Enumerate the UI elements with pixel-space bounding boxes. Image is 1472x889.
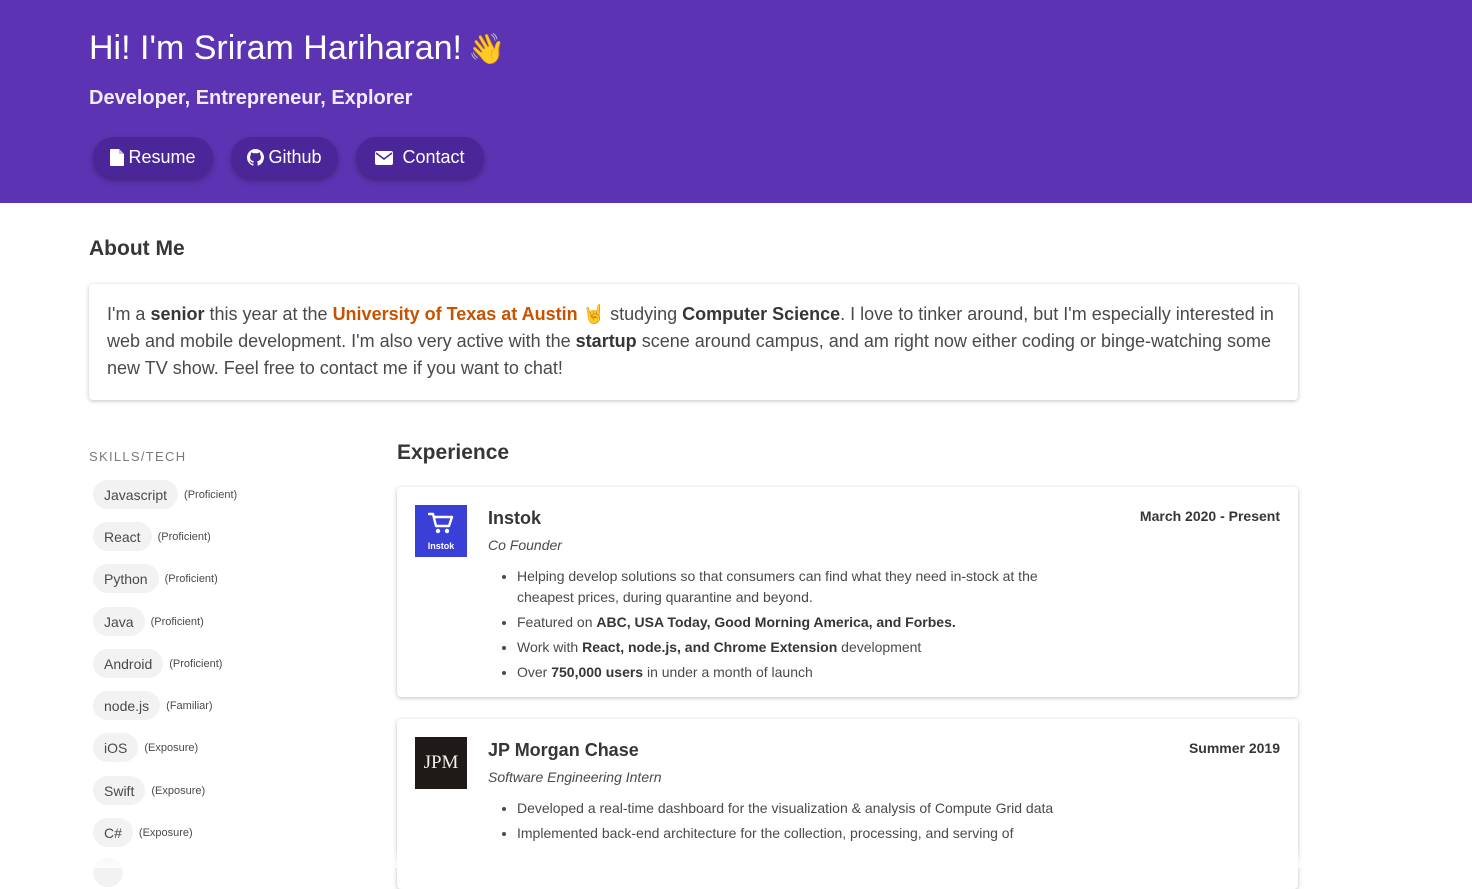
skill-level: (Proficient): [164, 572, 218, 585]
job-role: Software Engineering Intern: [488, 769, 662, 785]
jpmorgan-logo: JPM: [415, 737, 467, 789]
job-bullet: Featured on ABC, USA Today, Good Morning…: [517, 612, 1077, 633]
skill-item: Android (Proficient): [93, 649, 222, 678]
contact-button[interactable]: Contact: [356, 137, 484, 178]
github-icon: [247, 149, 265, 166]
bullet-text: Over: [517, 664, 552, 680]
skill-tag: Java: [93, 607, 145, 636]
skill-tag: Javascript: [93, 480, 179, 509]
skill-level: (Familiar): [166, 699, 213, 712]
skill-item: Javascript (Proficient): [93, 480, 237, 509]
about-text: I'm a senior this year at the University…: [107, 301, 1280, 382]
experience-card-instok: Instok Instok Co Founder March 2020 - Pr…: [397, 487, 1298, 697]
skill-item: iOS (Exposure): [93, 733, 198, 762]
bullet-text: development: [837, 639, 922, 655]
about-text-part: I'm a: [107, 304, 151, 324]
envelope-icon: [375, 150, 394, 165]
skill-item: node.js (Familiar): [93, 691, 213, 720]
bullet-text: Featured on: [517, 614, 597, 630]
skill-tag: C#: [93, 818, 133, 847]
hook-em-icon: 🤘: [582, 304, 606, 324]
waving-hand-icon: 👋: [468, 33, 506, 66]
bullet-text: in under a month of launch: [643, 664, 813, 680]
page-title: Hi! I'm Sriram Hariharan! 👋: [89, 29, 505, 68]
shopping-cart-icon: [427, 511, 454, 540]
skill-tag: React: [93, 522, 152, 551]
job-dates: Summer 2019: [1188, 740, 1280, 756]
skill-item: Python (Proficient): [93, 564, 218, 593]
github-button[interactable]: Github: [231, 137, 338, 178]
job-bullets: Helping develop solutions so that consum…: [517, 566, 1077, 687]
skill-tag: node.js: [93, 691, 161, 720]
skill-item: React (Proficient): [93, 522, 211, 551]
hero-subtitle: Developer, Entrepreneur, Explorer: [89, 87, 413, 109]
skill-level: (Proficient): [169, 657, 223, 670]
skill-item: Swift (Exposure): [93, 776, 205, 805]
company-name: JP Morgan Chase: [488, 740, 639, 760]
contact-button-label: Contact: [402, 147, 465, 167]
skill-tag: [93, 858, 123, 887]
resume-button[interactable]: Resume: [93, 137, 213, 178]
instok-logo: Instok: [415, 505, 467, 557]
skill-tag: Swift: [93, 776, 146, 805]
about-bold-startup: startup: [575, 331, 637, 351]
about-card: I'm a senior this year at the University…: [89, 284, 1298, 400]
hero-title-text: Hi! I'm Sriram Hariharan!: [89, 29, 463, 67]
instok-logo-text: Instok: [427, 541, 455, 551]
skill-tag: Android: [93, 649, 164, 678]
skill-level: (Proficient): [157, 530, 211, 543]
experience-card-jpmorgan: JPM JP Morgan Chase Software Engineering…: [397, 719, 1298, 889]
experience-heading: Experience: [397, 441, 510, 464]
skill-tag: Python: [93, 564, 159, 593]
job-bullets: Developed a real-time dashboard for the …: [517, 798, 1077, 848]
job-bullet: Work with React, node.js, and Chrome Ext…: [517, 637, 1077, 658]
about-bold-senior: senior: [150, 304, 205, 324]
job-bullet: Over 750,000 users in under a month of l…: [517, 662, 1077, 683]
job-bullet: Helping develop solutions so that consum…: [517, 566, 1077, 608]
about-text-part: studying: [605, 304, 683, 324]
job-bullet: Implemented back-end architecture for th…: [517, 823, 1077, 844]
github-button-label: Github: [268, 147, 322, 167]
about-bold-major: Computer Science: [682, 304, 841, 324]
skill-item: [93, 858, 123, 887]
skill-level: (Proficient): [150, 615, 204, 628]
skill-level: (Exposure): [151, 784, 206, 797]
skill-item: Java (Proficient): [93, 607, 204, 636]
bullet-text: Work with: [517, 639, 583, 655]
bullet-bold: React, node.js, and Chrome Extension: [582, 639, 838, 655]
about-heading: About Me: [89, 237, 185, 260]
job-role: Co Founder: [488, 537, 562, 553]
job-bullet: Developed a real-time dashboard for the …: [517, 798, 1077, 819]
job-dates: March 2020 - Present: [1139, 508, 1280, 524]
skill-level: (Proficient): [184, 488, 238, 501]
university-link[interactable]: University of Texas at Austin: [333, 304, 578, 324]
skill-level: (Exposure): [138, 826, 193, 839]
resume-button-label: Resume: [128, 147, 196, 167]
skills-heading: SKILLS/TECH: [89, 449, 187, 464]
skill-tag: iOS: [93, 733, 139, 762]
about-text-part: this year at the: [204, 304, 333, 324]
hero-banner: Hi! I'm Sriram Hariharan! 👋 Developer, En…: [0, 0, 1472, 203]
company-name: Instok: [488, 508, 542, 528]
bullet-bold: 750,000 users: [551, 664, 644, 680]
bullet-bold: ABC, USA Today, Good Morning America, an…: [596, 614, 956, 630]
skill-level: (Exposure): [144, 741, 199, 754]
file-icon: [110, 149, 125, 166]
skill-item: C# (Exposure): [93, 818, 193, 847]
